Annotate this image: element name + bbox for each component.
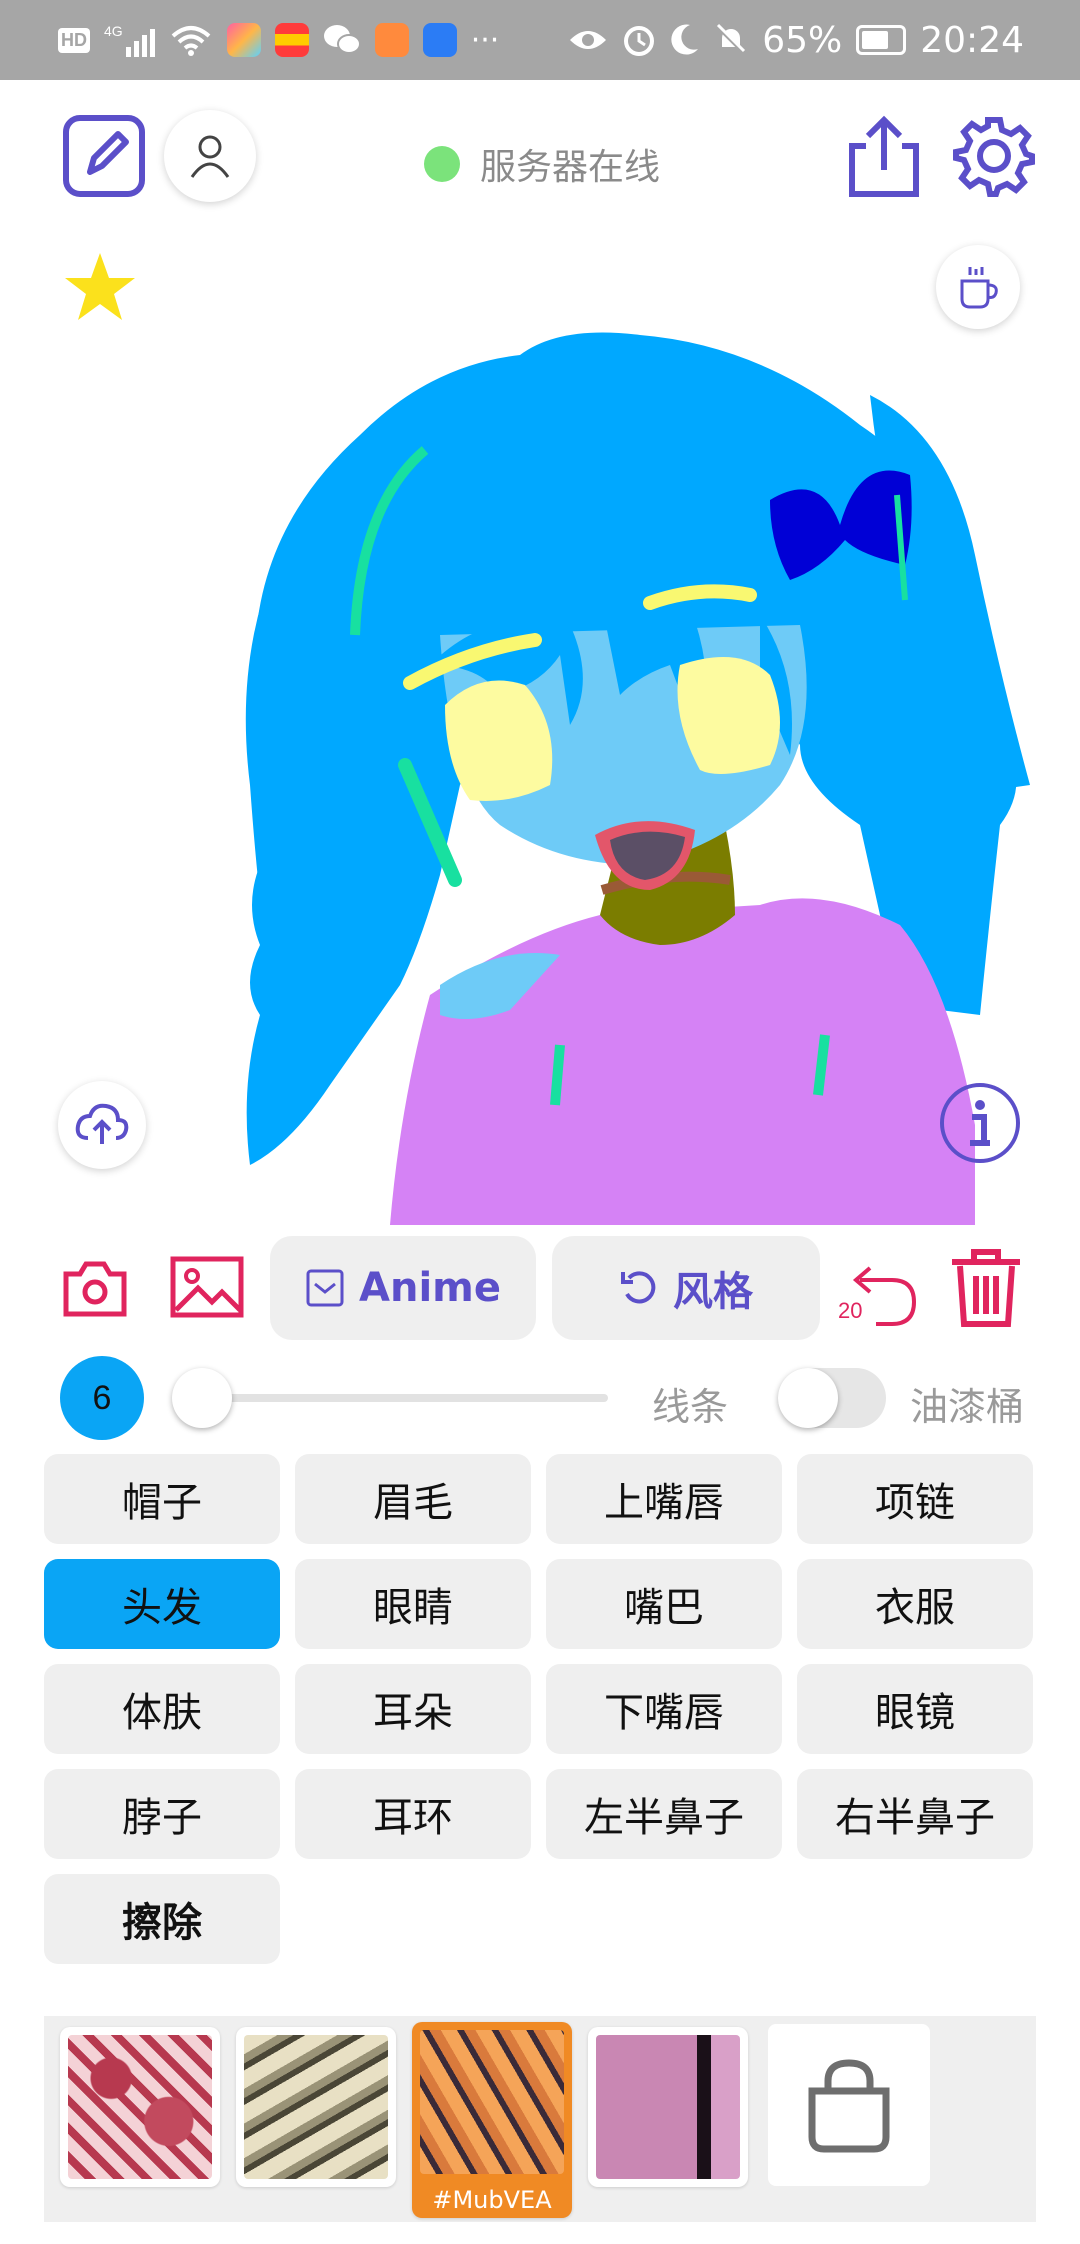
wifi-icon	[171, 26, 211, 56]
battery-percent: 65%	[762, 19, 843, 61]
status-bar-left: HD 4G ···	[58, 18, 499, 62]
style-thumbnail[interactable]	[588, 2027, 748, 2187]
part-chip-lower-lip[interactable]: 下嘴唇	[546, 1664, 782, 1754]
style-preview-image	[244, 2035, 388, 2179]
moon-icon	[671, 24, 699, 55]
erase-button[interactable]: 擦除	[44, 1874, 280, 1964]
style-thumbnail[interactable]	[236, 2027, 396, 2187]
style-thumbnail[interactable]	[60, 2027, 220, 2187]
network-type-label: 4G	[104, 23, 123, 39]
favorite-button[interactable]	[60, 247, 140, 327]
part-selector-grid: 帽子 眉毛 上嘴唇 项链 头发 眼睛 嘴巴 衣服 体肤 耳朵 下嘴唇 眼镜 脖子…	[44, 1454, 1036, 1964]
health-app-icon	[374, 23, 409, 57]
signal-4g-icon: 4G	[104, 23, 155, 57]
share-icon	[849, 115, 919, 197]
style-thumbnail-selected[interactable]: #MubVEA	[412, 2022, 572, 2218]
undo-count: 20	[838, 1298, 863, 1323]
part-chip-upper-lip[interactable]: 上嘴唇	[546, 1454, 782, 1544]
part-chip-glasses[interactable]: 眼镜	[797, 1664, 1033, 1754]
style-label: 风格	[673, 1269, 753, 1315]
hd-badge: HD	[58, 27, 90, 53]
part-chip-eyes[interactable]: 眼睛	[295, 1559, 531, 1649]
app-notification-icon	[226, 23, 261, 57]
info-button[interactable]	[938, 1081, 1022, 1165]
settings-button[interactable]	[952, 114, 1036, 198]
clock: 20:24	[920, 19, 1024, 61]
trash-icon	[952, 1249, 1020, 1327]
slider-thumb[interactable]	[172, 1368, 232, 1428]
brush-size-slider[interactable]	[180, 1394, 608, 1402]
line-mode-label: 线条	[652, 1385, 729, 1429]
edit-icon	[63, 115, 145, 197]
mute-bell-icon	[716, 23, 746, 55]
style-thumbnail-strip: #MubVEA	[44, 2016, 1036, 2222]
bucket-toggle[interactable]	[778, 1368, 886, 1428]
part-chip-eyebrows[interactable]: 眉毛	[295, 1454, 531, 1544]
part-chip-hat[interactable]: 帽子	[44, 1454, 280, 1544]
top-bar: 服务器在线	[0, 110, 1080, 210]
anime-toggle-button[interactable]: Anime	[270, 1236, 536, 1340]
profile-button[interactable]	[164, 110, 256, 202]
shopping-bag-icon	[808, 2059, 890, 2153]
drawing-canvas[interactable]	[0, 225, 1080, 1225]
bucket-mode-label: 油漆桶	[910, 1385, 1025, 1429]
style-preview-image	[68, 2035, 212, 2179]
share-button[interactable]	[846, 114, 922, 198]
anime-label: Anime	[359, 1265, 501, 1311]
part-chip-skin[interactable]: 体肤	[44, 1664, 280, 1754]
style-store-button[interactable]	[768, 2024, 930, 2186]
coffee-button[interactable]	[936, 245, 1020, 329]
wechat-icon	[323, 25, 361, 54]
more-notifications-icon: ···	[470, 22, 500, 58]
bulb-app-icon	[422, 23, 457, 57]
image-icon	[170, 1256, 244, 1318]
checkbox-icon	[306, 1269, 344, 1307]
style-preview-image	[420, 2030, 564, 2174]
part-chip-neck[interactable]: 脖子	[44, 1769, 280, 1859]
status-bar: HD 4G ··· 65% 20:24	[0, 0, 1080, 80]
camera-button[interactable]	[62, 1258, 128, 1318]
server-status: 服务器在线	[424, 138, 660, 190]
cloud-upload-icon	[75, 1103, 129, 1144]
refresh-icon	[621, 1271, 656, 1304]
anime-sketch[interactable]	[0, 225, 1080, 1225]
battery-icon	[856, 25, 907, 55]
tool-row: Anime 风格 20	[0, 1236, 1080, 1340]
online-indicator	[424, 146, 460, 182]
coffee-cup-icon	[960, 267, 998, 309]
info-icon	[940, 1083, 1020, 1163]
eye-icon	[570, 31, 607, 49]
server-status-text: 服务器在线	[480, 147, 661, 188]
part-chip-earrings[interactable]: 耳环	[295, 1769, 531, 1859]
part-chip-left-nose[interactable]: 左半鼻子	[546, 1769, 782, 1859]
part-chip-ears[interactable]: 耳朵	[295, 1664, 531, 1754]
edit-button[interactable]	[62, 114, 146, 198]
upload-button[interactable]	[58, 1081, 146, 1169]
style-tag-label: #MubVEA	[432, 2186, 552, 2214]
part-chip-hair[interactable]: 头发	[44, 1559, 280, 1649]
part-chip-necklace[interactable]: 项链	[797, 1454, 1033, 1544]
style-button[interactable]: 风格	[552, 1236, 820, 1340]
camera-icon	[63, 1261, 127, 1317]
part-chip-mouth[interactable]: 嘴巴	[546, 1559, 782, 1649]
gear-icon	[953, 117, 1035, 197]
star-icon	[65, 253, 135, 320]
status-bar-right: 65% 20:24	[568, 18, 1024, 62]
alarm-icon	[624, 26, 655, 56]
style-preview-image	[596, 2035, 740, 2179]
app-notification-icon	[274, 23, 309, 57]
brush-size-indicator: 6	[60, 1356, 144, 1440]
brush-settings-row: 6 线条 油漆桶	[0, 1356, 1080, 1442]
toggle-knob	[778, 1368, 838, 1428]
part-chip-clothes[interactable]: 衣服	[797, 1559, 1033, 1649]
user-icon	[190, 135, 230, 178]
gallery-button[interactable]	[170, 1256, 244, 1318]
clear-button[interactable]	[946, 1244, 1026, 1328]
part-chip-right-nose[interactable]: 右半鼻子	[797, 1769, 1033, 1859]
